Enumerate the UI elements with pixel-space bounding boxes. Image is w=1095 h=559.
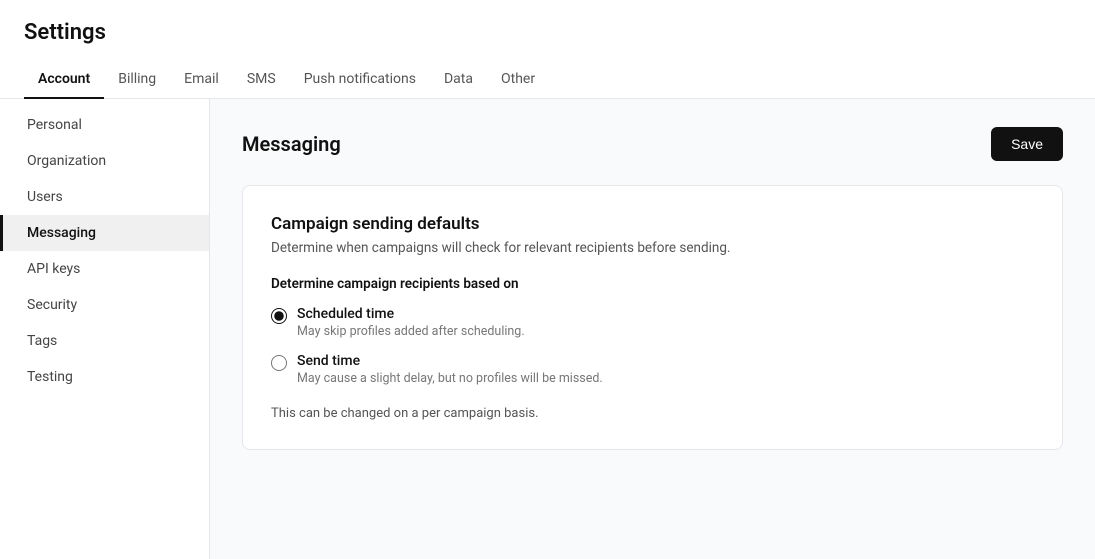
tab-push-notifications[interactable]: Push notifications xyxy=(290,61,430,99)
tab-other[interactable]: Other xyxy=(487,61,549,99)
sidebar: Personal Organization Users Messaging AP… xyxy=(0,99,210,559)
sidebar-item-messaging[interactable]: Messaging xyxy=(0,215,209,251)
main-content: Messaging Save Campaign sending defaults… xyxy=(210,99,1095,559)
sidebar-item-users[interactable]: Users xyxy=(0,179,209,215)
radio-scheduled-time-hint: May skip profiles added after scheduling… xyxy=(297,324,525,339)
radio-option-scheduled-time[interactable]: Scheduled time May skip profiles added a… xyxy=(271,306,1034,339)
sidebar-item-tags[interactable]: Tags xyxy=(0,323,209,359)
radio-send-time-hint: May cause a slight delay, but no profile… xyxy=(297,371,603,386)
radio-send-time[interactable] xyxy=(271,355,287,371)
tab-sms[interactable]: SMS xyxy=(233,61,290,99)
card-title: Campaign sending defaults xyxy=(271,214,1034,234)
card-footer-note: This can be changed on a per campaign ba… xyxy=(271,406,1034,421)
sidebar-item-personal[interactable]: Personal xyxy=(0,107,209,143)
page-header: Settings Account Billing Email SMS Push … xyxy=(0,0,1095,99)
content-area: Personal Organization Users Messaging AP… xyxy=(0,99,1095,559)
tab-account[interactable]: Account xyxy=(24,61,104,99)
top-nav: Account Billing Email SMS Push notificat… xyxy=(24,61,1071,98)
page-title: Settings xyxy=(24,20,1071,45)
main-section-title: Messaging xyxy=(242,132,341,156)
radio-option-send-time[interactable]: Send time May cause a slight delay, but … xyxy=(271,353,1034,386)
sidebar-item-organization[interactable]: Organization xyxy=(0,143,209,179)
section-label: Determine campaign recipients based on xyxy=(271,276,1034,292)
sidebar-item-security[interactable]: Security xyxy=(0,287,209,323)
radio-scheduled-time[interactable] xyxy=(271,308,287,324)
radio-group-recipients: Scheduled time May skip profiles added a… xyxy=(271,306,1034,386)
campaign-defaults-card: Campaign sending defaults Determine when… xyxy=(242,185,1063,450)
tab-billing[interactable]: Billing xyxy=(104,61,170,99)
sidebar-item-api-keys[interactable]: API keys xyxy=(0,251,209,287)
sidebar-item-testing[interactable]: Testing xyxy=(0,359,209,395)
radio-send-time-label: Send time xyxy=(297,353,603,369)
card-description: Determine when campaigns will check for … xyxy=(271,240,1034,256)
tab-email[interactable]: Email xyxy=(170,61,233,99)
tab-data[interactable]: Data xyxy=(430,61,487,99)
save-button[interactable]: Save xyxy=(991,127,1063,161)
radio-scheduled-time-label: Scheduled time xyxy=(297,306,525,322)
main-header: Messaging Save xyxy=(242,127,1063,161)
